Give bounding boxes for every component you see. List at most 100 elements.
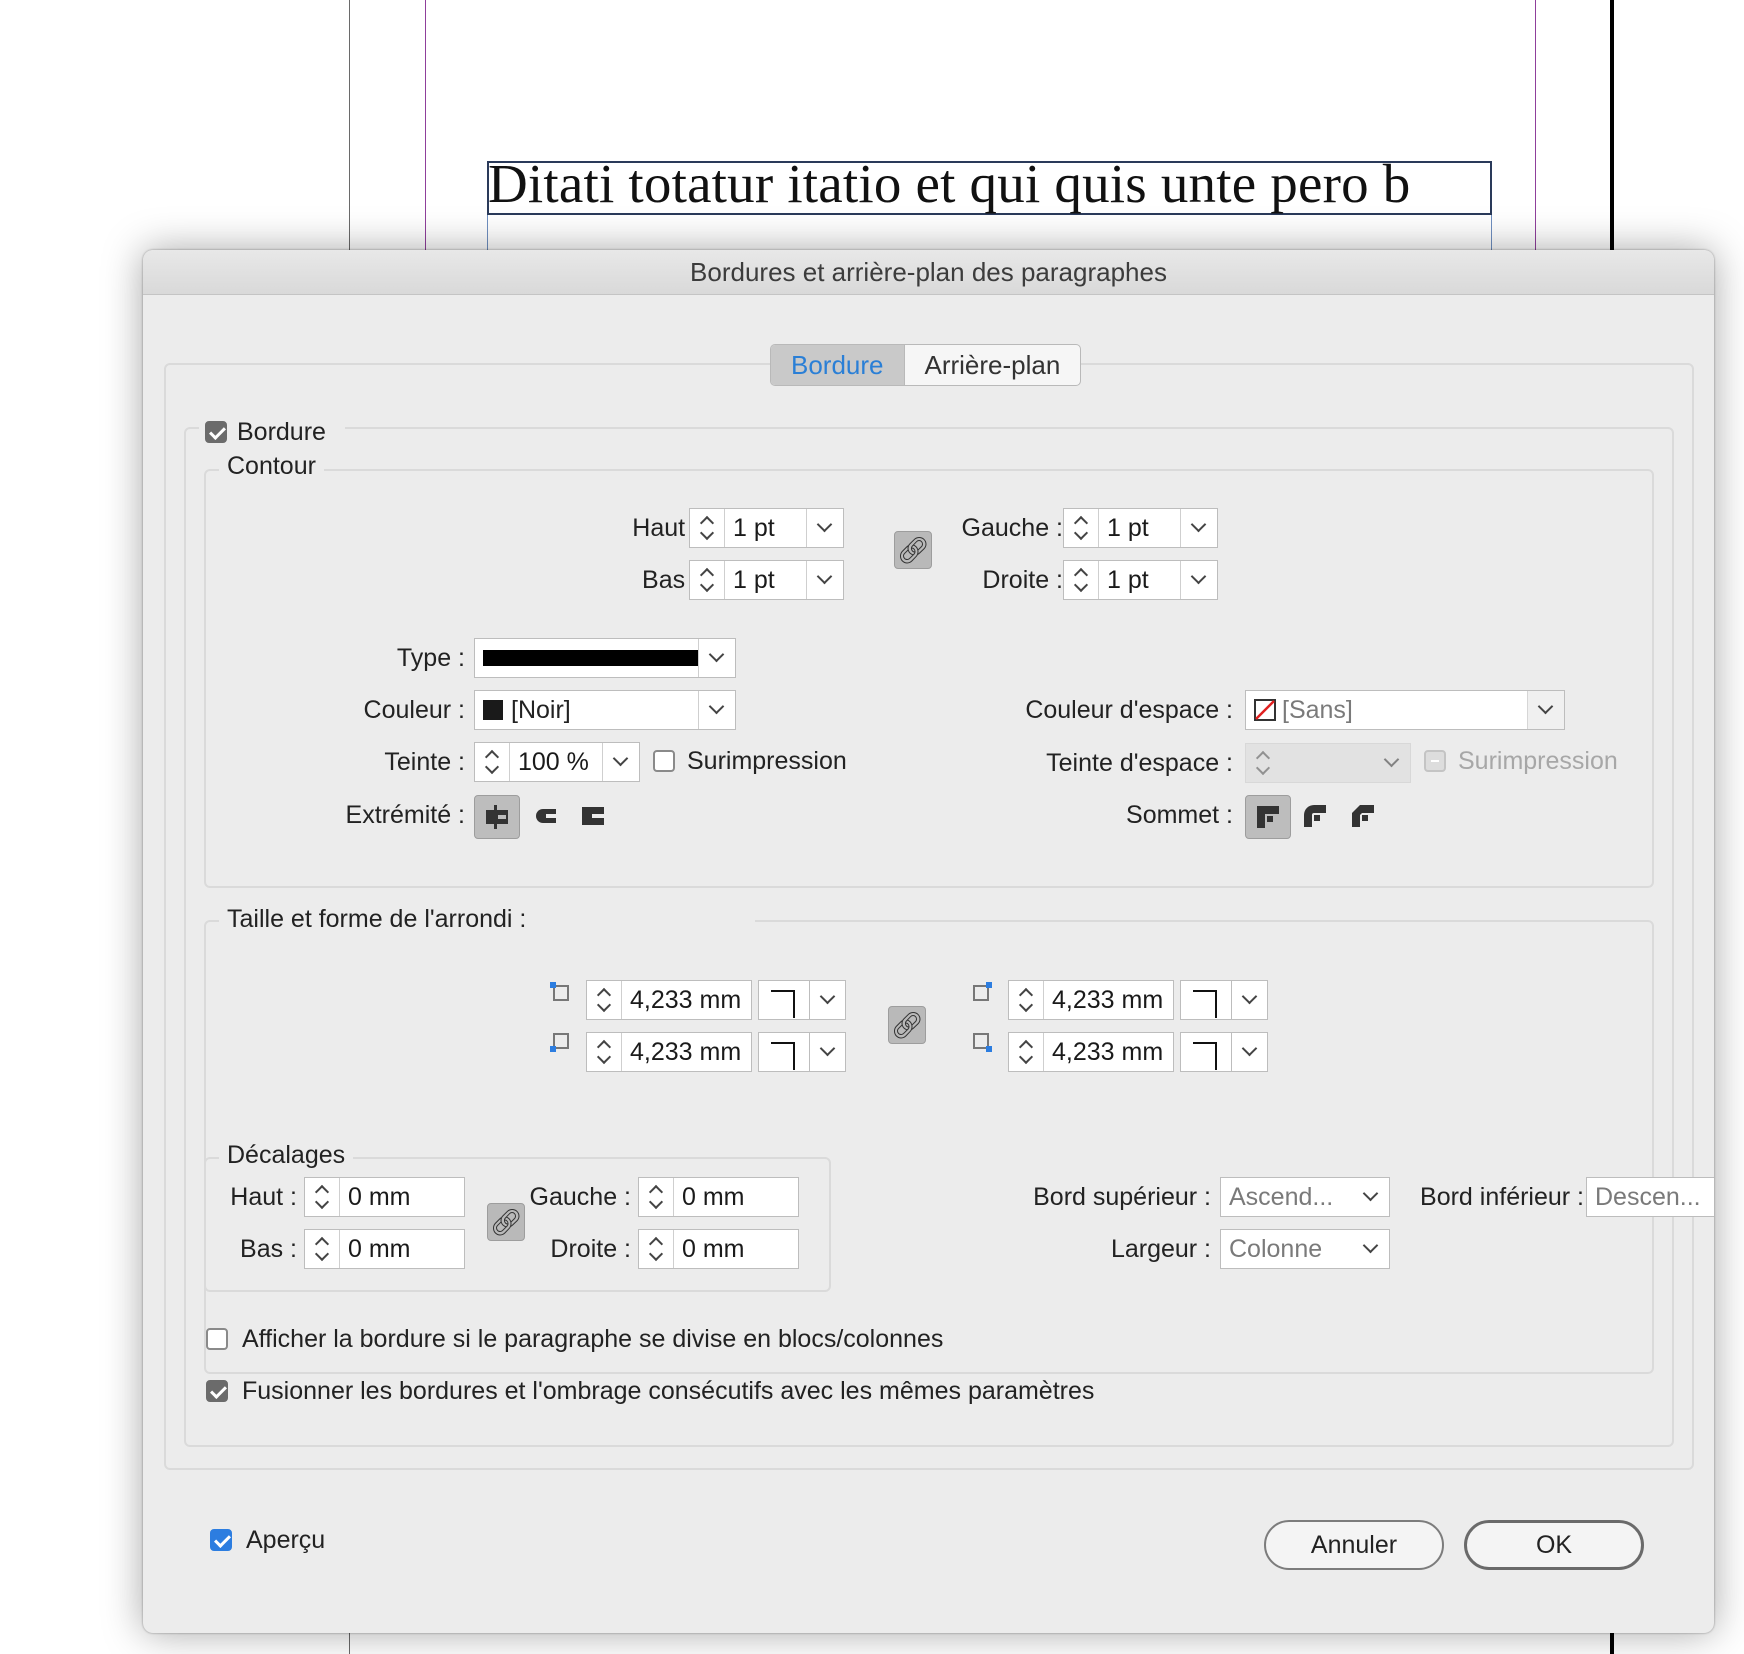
offset-droite-field[interactable]: 0 mm [638,1229,799,1269]
link-corners-icon[interactable]: 🔗︎ [888,1006,926,1044]
corner-top-right-field[interactable]: 4,233 mm [1008,980,1174,1020]
droite-stepper[interactable] [1064,561,1099,599]
corner-bottom-left-field[interactable]: 4,233 mm [586,1032,752,1072]
offset-haut-value[interactable]: 0 mm [340,1178,464,1216]
margin-guide-left-outer-bottom [349,1630,350,1654]
gauche-stepper[interactable] [1064,509,1099,547]
merge-borders-checkbox[interactable] [206,1380,228,1402]
preview-checkbox[interactable] [210,1529,232,1551]
corner-top-left-shape[interactable] [758,980,810,1020]
tab-bar: Bordure Arrière-plan [770,344,1082,386]
tab-bordure[interactable]: Bordure [771,345,904,385]
corner-top-left-stepper[interactable] [587,981,622,1019]
couleur-espace-select[interactable]: [Sans] [1245,690,1565,730]
droite-dropdown[interactable] [1180,561,1217,599]
surimpression-checkbox[interactable] [653,750,675,772]
haut-stepper[interactable] [690,509,725,547]
join-bevel-button[interactable] [1341,795,1387,839]
corner-top-right-value[interactable]: 4,233 mm [1044,981,1173,1019]
largeur-label: Largeur : [1110,1235,1211,1263]
bord-superieur-dropdown[interactable] [1353,1178,1389,1216]
corner-top-left-value[interactable]: 4,233 mm [622,981,751,1019]
cap-square-icon [582,807,604,825]
sommet-label: Sommet : [1126,801,1233,829]
type-label: Type : [396,644,465,672]
preview-label: Aperçu [246,1526,326,1554]
link-offsets-icon[interactable]: 🔗︎ [487,1203,525,1241]
corner-bottom-right-field[interactable]: 4,233 mm [1008,1032,1174,1072]
corner-top-right-shape-dropdown[interactable] [1232,980,1268,1020]
bord-superieur-select[interactable]: Ascend... [1220,1177,1390,1217]
teinte-value[interactable]: 100 % [510,743,602,781]
bord-inferieur-value[interactable]: Descen... [1587,1178,1714,1216]
teinte-stepper[interactable] [475,743,510,781]
offset-bas-value[interactable]: 0 mm [340,1230,464,1268]
link-stroke-icon[interactable]: 🔗︎ [894,531,932,569]
haut-dropdown[interactable] [806,509,843,547]
teinte-dropdown[interactable] [602,743,639,781]
margin-guide-left [425,0,426,260]
offset-gauche-field[interactable]: 0 mm [638,1177,799,1217]
largeur-dropdown[interactable] [1353,1230,1389,1268]
couleur-select[interactable]: [Noir] [474,690,736,730]
largeur-select[interactable]: Colonne [1220,1229,1390,1269]
offset-bas-field[interactable]: 0 mm [304,1229,465,1269]
corner-top-left-icon [550,982,569,1001]
bas-value[interactable]: 1 pt [725,561,806,599]
cap-butt-button[interactable] [474,795,520,839]
largeur-value[interactable]: Colonne [1221,1230,1353,1268]
offset-haut-stepper[interactable] [305,1178,340,1216]
split-border-checkbox[interactable] [206,1328,228,1350]
gauche-dropdown[interactable] [1180,509,1217,547]
gauche-value[interactable]: 1 pt [1099,509,1180,547]
document-text[interactable]: Ditati totatur itatio et qui quis unte p… [488,152,1410,215]
join-round-button[interactable] [1293,795,1339,839]
offset-gauche-stepper[interactable] [639,1178,674,1216]
corner-top-left-shape-dropdown[interactable] [810,980,846,1020]
join-miter-button[interactable] [1245,795,1291,839]
droite-stroke-field[interactable]: 1 pt [1063,560,1218,600]
cap-square-button[interactable] [571,795,617,839]
offset-droite-stepper[interactable] [639,1230,674,1268]
corner-bottom-left-icon [550,1033,569,1052]
corner-bottom-left-stepper[interactable] [587,1033,622,1071]
bord-inferieur-label: Bord inférieur : [1420,1183,1584,1211]
couleur-espace-dropdown[interactable] [1527,691,1564,729]
corner-bottom-right-shape[interactable] [1180,1032,1232,1072]
tab-arriere-plan[interactable]: Arrière-plan [905,345,1081,385]
teinte-field[interactable]: 100 % [474,742,640,782]
bord-superieur-value[interactable]: Ascend... [1221,1178,1353,1216]
cap-butt-icon [486,805,508,829]
haut-value[interactable]: 1 pt [725,509,806,547]
corner-bottom-right-stepper[interactable] [1009,1033,1044,1071]
cap-round-button[interactable] [523,795,569,839]
corner-bottom-left-shape-dropdown[interactable] [810,1032,846,1072]
bas-stroke-field[interactable]: 1 pt [689,560,844,600]
type-dropdown[interactable] [698,639,735,677]
offset-haut-field[interactable]: 0 mm [304,1177,465,1217]
gauche-stroke-field[interactable]: 1 pt [1063,508,1218,548]
corner-bottom-left-value[interactable]: 4,233 mm [622,1033,751,1071]
teinte-label: Teinte : [384,748,465,776]
offset-bas-stepper[interactable] [305,1230,340,1268]
bas-stepper[interactable] [690,561,725,599]
couleur-dropdown[interactable] [698,691,735,729]
corner-bottom-right-value[interactable]: 4,233 mm [1044,1033,1173,1071]
droite-value[interactable]: 1 pt [1099,561,1180,599]
corner-top-left-field[interactable]: 4,233 mm [586,980,752,1020]
offset-droite-value[interactable]: 0 mm [674,1230,798,1268]
bas-dropdown[interactable] [806,561,843,599]
type-value[interactable] [475,639,698,677]
border-checkbox[interactable] [205,421,227,443]
offset-gauche-value[interactable]: 0 mm [674,1178,798,1216]
ok-button[interactable]: OK [1464,1520,1644,1570]
corner-bottom-right-shape-dropdown[interactable] [1232,1032,1268,1072]
type-select[interactable] [474,638,736,678]
paragraph-borders-dialog: Bordures et arrière-plan des paragraphes… [143,250,1714,1633]
bord-inferieur-select[interactable]: Descen... [1586,1177,1714,1217]
corner-bottom-left-shape[interactable] [758,1032,810,1072]
corner-top-right-stepper[interactable] [1009,981,1044,1019]
corner-top-right-shape[interactable] [1180,980,1232,1020]
cancel-button[interactable]: Annuler [1264,1520,1444,1570]
haut-stroke-field[interactable]: 1 pt [689,508,844,548]
